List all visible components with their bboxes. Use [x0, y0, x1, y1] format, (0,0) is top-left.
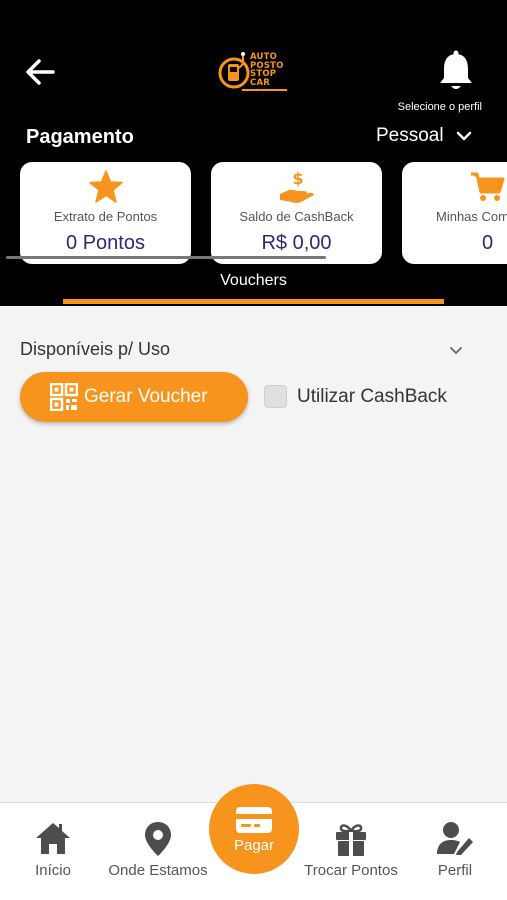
- brand-logo: AUTO POSTO STOP CAR: [216, 48, 290, 94]
- nav-label: Onde Estamos: [108, 862, 208, 879]
- star-icon: [88, 170, 123, 203]
- nav-item-locations[interactable]: Onde Estamos: [100, 821, 216, 887]
- card-cashback-balance[interactable]: $ Saldo de CashBack R$ 0,00: [211, 162, 382, 264]
- cashback-hand-icon: $: [279, 170, 314, 203]
- card-label: Minhas Compras: [436, 209, 507, 224]
- use-cashback-checkbox[interactable]: [264, 385, 287, 408]
- bell-icon: [440, 50, 472, 89]
- generate-voucher-button[interactable]: Gerar Voucher: [20, 372, 248, 422]
- nav-item-home[interactable]: Início: [26, 821, 80, 887]
- summary-cards: Extrato de Pontos 0 Pontos $ Saldo de Ca…: [0, 162, 507, 266]
- pay-button-label: Pagar: [233, 837, 275, 854]
- nav-label: Perfil: [437, 862, 473, 879]
- use-cashback-label[interactable]: Utilizar CashBack: [297, 386, 447, 408]
- section-collapse-button[interactable]: [443, 338, 469, 362]
- profile-selector-label: Selecione o perfil: [397, 101, 482, 113]
- nav-item-profile[interactable]: Perfil: [430, 821, 480, 887]
- home-icon: [36, 823, 70, 854]
- qr-code-icon: [50, 383, 78, 411]
- svg-text:$: $: [292, 170, 303, 188]
- card-value: R$ 0,00: [261, 232, 332, 254]
- card-label: Saldo de CashBack: [239, 209, 354, 224]
- generate-voucher-label: Gerar Voucher: [84, 386, 208, 407]
- user-edit-icon: [437, 822, 473, 855]
- card-points-statement[interactable]: Extrato de Pontos 0 Pontos: [20, 162, 191, 264]
- card-my-purchases[interactable]: Minhas Compras 0: [402, 162, 507, 264]
- nav-label: Trocar Pontos: [304, 862, 398, 879]
- back-button[interactable]: [18, 52, 62, 92]
- nav-label: Início: [35, 862, 71, 879]
- pay-button[interactable]: Pagar: [209, 784, 299, 874]
- page-title: Pagamento: [26, 126, 134, 148]
- cart-icon: [471, 172, 505, 201]
- tab-label: Vouchers: [220, 272, 287, 289]
- notification-button[interactable]: [436, 50, 476, 94]
- profile-dropdown-value: Pessoal: [376, 125, 444, 146]
- logo-wordmark: AUTO POSTO STOP CAR: [250, 52, 284, 88]
- card-value: 0 Pontos: [66, 232, 145, 254]
- profile-dropdown[interactable]: Pessoal: [376, 123, 486, 149]
- card-label: Extrato de Pontos: [53, 209, 158, 224]
- map-pin-icon: [145, 822, 171, 856]
- section-title: Disponíveis p/ Uso: [20, 339, 171, 359]
- chevron-down-icon: [450, 346, 462, 354]
- gift-icon: [336, 824, 366, 856]
- cards-scrollbar[interactable]: [6, 256, 326, 259]
- card-value: 0: [482, 232, 494, 254]
- nav-item-rewards[interactable]: Trocar Pontos: [296, 821, 406, 887]
- active-tab-indicator: [63, 299, 444, 304]
- credit-card-icon: [236, 807, 272, 833]
- arrow-left-icon: [26, 59, 55, 85]
- app-header: AUTO POSTO STOP CAR Selecione o perfil P…: [0, 0, 507, 306]
- chevron-down-icon: [456, 131, 471, 141]
